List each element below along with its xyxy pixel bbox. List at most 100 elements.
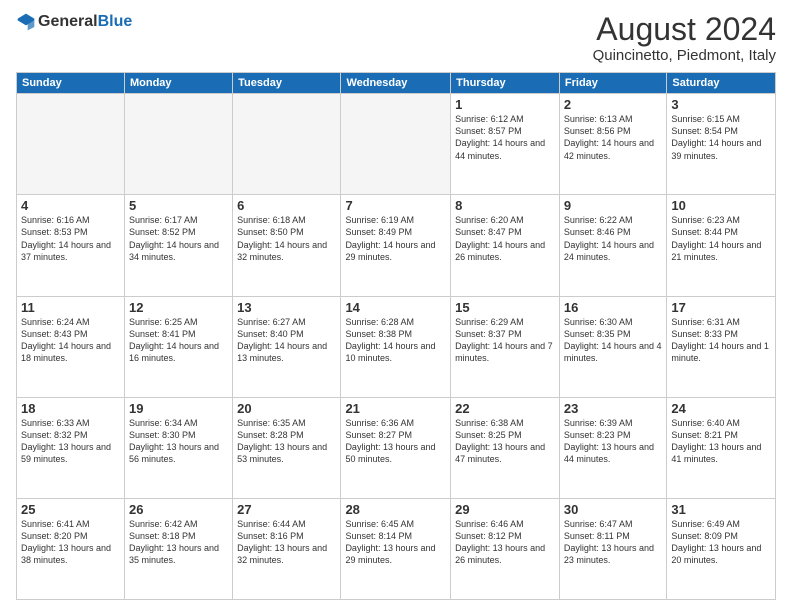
day-number: 7 — [345, 198, 446, 213]
calendar-cell: 30Sunrise: 6:47 AM Sunset: 8:11 PM Dayli… — [559, 498, 666, 599]
header-friday: Friday — [559, 73, 666, 94]
calendar-cell: 28Sunrise: 6:45 AM Sunset: 8:14 PM Dayli… — [341, 498, 451, 599]
day-info: Sunrise: 6:38 AM Sunset: 8:25 PM Dayligh… — [455, 417, 555, 466]
calendar-cell: 6Sunrise: 6:18 AM Sunset: 8:50 PM Daylig… — [233, 195, 341, 296]
week-row-1: 4Sunrise: 6:16 AM Sunset: 8:53 PM Daylig… — [17, 195, 776, 296]
calendar-cell: 10Sunrise: 6:23 AM Sunset: 8:44 PM Dayli… — [667, 195, 776, 296]
calendar-cell: 27Sunrise: 6:44 AM Sunset: 8:16 PM Dayli… — [233, 498, 341, 599]
day-info: Sunrise: 6:42 AM Sunset: 8:18 PM Dayligh… — [129, 518, 228, 567]
day-number: 25 — [21, 502, 120, 517]
day-number: 23 — [564, 401, 662, 416]
day-info: Sunrise: 6:40 AM Sunset: 8:21 PM Dayligh… — [671, 417, 771, 466]
calendar-cell: 23Sunrise: 6:39 AM Sunset: 8:23 PM Dayli… — [559, 397, 666, 498]
day-number: 2 — [564, 97, 662, 112]
calendar-cell: 22Sunrise: 6:38 AM Sunset: 8:25 PM Dayli… — [451, 397, 560, 498]
logo-icon — [16, 12, 36, 32]
calendar-cell: 13Sunrise: 6:27 AM Sunset: 8:40 PM Dayli… — [233, 296, 341, 397]
calendar-cell — [341, 94, 451, 195]
location-title: Quincinetto, Piedmont, Italy — [593, 47, 776, 64]
day-info: Sunrise: 6:49 AM Sunset: 8:09 PM Dayligh… — [671, 518, 771, 567]
calendar-cell: 14Sunrise: 6:28 AM Sunset: 8:38 PM Dayli… — [341, 296, 451, 397]
calendar-cell: 4Sunrise: 6:16 AM Sunset: 8:53 PM Daylig… — [17, 195, 125, 296]
day-number: 9 — [564, 198, 662, 213]
calendar-cell: 25Sunrise: 6:41 AM Sunset: 8:20 PM Dayli… — [17, 498, 125, 599]
day-number: 11 — [21, 300, 120, 315]
day-number: 3 — [671, 97, 771, 112]
day-number: 22 — [455, 401, 555, 416]
day-info: Sunrise: 6:28 AM Sunset: 8:38 PM Dayligh… — [345, 316, 446, 365]
day-info: Sunrise: 6:16 AM Sunset: 8:53 PM Dayligh… — [21, 214, 120, 263]
day-number: 8 — [455, 198, 555, 213]
day-number: 1 — [455, 97, 555, 112]
day-info: Sunrise: 6:22 AM Sunset: 8:46 PM Dayligh… — [564, 214, 662, 263]
calendar-cell — [17, 94, 125, 195]
calendar-cell: 1Sunrise: 6:12 AM Sunset: 8:57 PM Daylig… — [451, 94, 560, 195]
day-number: 10 — [671, 198, 771, 213]
day-info: Sunrise: 6:44 AM Sunset: 8:16 PM Dayligh… — [237, 518, 336, 567]
day-number: 5 — [129, 198, 228, 213]
calendar-table: SundayMondayTuesdayWednesdayThursdayFrid… — [16, 72, 776, 600]
month-year-title: August 2024 — [593, 12, 776, 47]
day-number: 29 — [455, 502, 555, 517]
day-number: 13 — [237, 300, 336, 315]
calendar-cell: 29Sunrise: 6:46 AM Sunset: 8:12 PM Dayli… — [451, 498, 560, 599]
day-number: 12 — [129, 300, 228, 315]
calendar-cell: 12Sunrise: 6:25 AM Sunset: 8:41 PM Dayli… — [124, 296, 232, 397]
day-number: 16 — [564, 300, 662, 315]
day-info: Sunrise: 6:30 AM Sunset: 8:35 PM Dayligh… — [564, 316, 662, 365]
day-info: Sunrise: 6:24 AM Sunset: 8:43 PM Dayligh… — [21, 316, 120, 365]
calendar-cell: 26Sunrise: 6:42 AM Sunset: 8:18 PM Dayli… — [124, 498, 232, 599]
day-info: Sunrise: 6:41 AM Sunset: 8:20 PM Dayligh… — [21, 518, 120, 567]
header-sunday: Sunday — [17, 73, 125, 94]
calendar-cell: 9Sunrise: 6:22 AM Sunset: 8:46 PM Daylig… — [559, 195, 666, 296]
header-row: SundayMondayTuesdayWednesdayThursdayFrid… — [17, 73, 776, 94]
day-number: 14 — [345, 300, 446, 315]
day-info: Sunrise: 6:27 AM Sunset: 8:40 PM Dayligh… — [237, 316, 336, 365]
calendar-cell: 5Sunrise: 6:17 AM Sunset: 8:52 PM Daylig… — [124, 195, 232, 296]
calendar-cell — [124, 94, 232, 195]
header-monday: Monday — [124, 73, 232, 94]
week-row-4: 25Sunrise: 6:41 AM Sunset: 8:20 PM Dayli… — [17, 498, 776, 599]
week-row-0: 1Sunrise: 6:12 AM Sunset: 8:57 PM Daylig… — [17, 94, 776, 195]
day-number: 19 — [129, 401, 228, 416]
day-number: 20 — [237, 401, 336, 416]
day-info: Sunrise: 6:45 AM Sunset: 8:14 PM Dayligh… — [345, 518, 446, 567]
header: GeneralBlue August 2024 Quincinetto, Pie… — [16, 12, 776, 64]
day-number: 15 — [455, 300, 555, 315]
day-number: 17 — [671, 300, 771, 315]
header-saturday: Saturday — [667, 73, 776, 94]
day-info: Sunrise: 6:25 AM Sunset: 8:41 PM Dayligh… — [129, 316, 228, 365]
week-row-2: 11Sunrise: 6:24 AM Sunset: 8:43 PM Dayli… — [17, 296, 776, 397]
day-number: 27 — [237, 502, 336, 517]
day-info: Sunrise: 6:34 AM Sunset: 8:30 PM Dayligh… — [129, 417, 228, 466]
calendar-cell: 21Sunrise: 6:36 AM Sunset: 8:27 PM Dayli… — [341, 397, 451, 498]
day-info: Sunrise: 6:23 AM Sunset: 8:44 PM Dayligh… — [671, 214, 771, 263]
day-number: 30 — [564, 502, 662, 517]
header-tuesday: Tuesday — [233, 73, 341, 94]
day-info: Sunrise: 6:39 AM Sunset: 8:23 PM Dayligh… — [564, 417, 662, 466]
day-number: 4 — [21, 198, 120, 213]
calendar-cell: 16Sunrise: 6:30 AM Sunset: 8:35 PM Dayli… — [559, 296, 666, 397]
day-info: Sunrise: 6:18 AM Sunset: 8:50 PM Dayligh… — [237, 214, 336, 263]
calendar-cell: 15Sunrise: 6:29 AM Sunset: 8:37 PM Dayli… — [451, 296, 560, 397]
day-info: Sunrise: 6:12 AM Sunset: 8:57 PM Dayligh… — [455, 113, 555, 162]
calendar-cell: 31Sunrise: 6:49 AM Sunset: 8:09 PM Dayli… — [667, 498, 776, 599]
day-info: Sunrise: 6:46 AM Sunset: 8:12 PM Dayligh… — [455, 518, 555, 567]
day-info: Sunrise: 6:33 AM Sunset: 8:32 PM Dayligh… — [21, 417, 120, 466]
day-number: 31 — [671, 502, 771, 517]
day-info: Sunrise: 6:35 AM Sunset: 8:28 PM Dayligh… — [237, 417, 336, 466]
day-number: 21 — [345, 401, 446, 416]
day-info: Sunrise: 6:31 AM Sunset: 8:33 PM Dayligh… — [671, 316, 771, 365]
page: GeneralBlue August 2024 Quincinetto, Pie… — [0, 0, 792, 612]
header-wednesday: Wednesday — [341, 73, 451, 94]
header-thursday: Thursday — [451, 73, 560, 94]
day-info: Sunrise: 6:36 AM Sunset: 8:27 PM Dayligh… — [345, 417, 446, 466]
day-info: Sunrise: 6:13 AM Sunset: 8:56 PM Dayligh… — [564, 113, 662, 162]
calendar-cell — [233, 94, 341, 195]
calendar-cell: 11Sunrise: 6:24 AM Sunset: 8:43 PM Dayli… — [17, 296, 125, 397]
logo-area: GeneralBlue — [16, 12, 132, 32]
calendar-cell: 2Sunrise: 6:13 AM Sunset: 8:56 PM Daylig… — [559, 94, 666, 195]
day-info: Sunrise: 6:15 AM Sunset: 8:54 PM Dayligh… — [671, 113, 771, 162]
day-info: Sunrise: 6:19 AM Sunset: 8:49 PM Dayligh… — [345, 214, 446, 263]
calendar-cell: 8Sunrise: 6:20 AM Sunset: 8:47 PM Daylig… — [451, 195, 560, 296]
